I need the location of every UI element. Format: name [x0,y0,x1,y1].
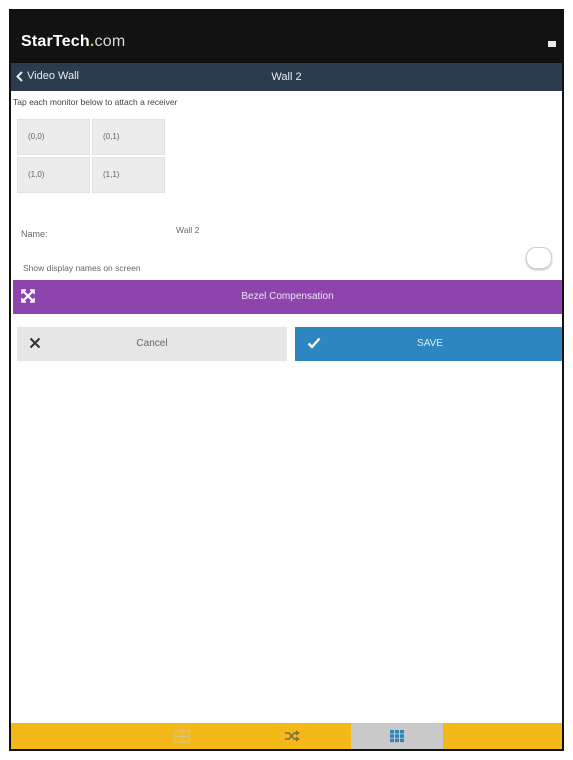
battery-icon [548,41,556,47]
page-title: Wall 2 [271,71,302,83]
monitor-cell-0-0[interactable]: (0,0) [17,119,90,155]
tablet-screen: StarTech.com Video Wall Wall 2 Tap each … [9,9,564,751]
save-button[interactable]: SAVE [295,327,562,361]
show-names-label: Show display names on screen [23,263,141,273]
monitor-cell-1-1[interactable]: (1,1) [92,157,165,193]
save-label: SAVE [417,338,443,349]
logo-brand: StarTech [21,33,90,50]
name-label: Name: [21,229,48,239]
shuffle-icon [285,730,300,742]
tab-video-wall[interactable] [351,723,443,749]
monitor-cell-0-1[interactable]: (0,1) [92,119,165,155]
startech-logo: StarTech.com [21,33,125,51]
tab-shuffle[interactable] [249,723,335,749]
bezel-compensation-label: Bezel Compensation [241,291,334,302]
name-field[interactable]: Wall 2 [176,225,199,235]
monitor-cell-1-0[interactable]: (1,0) [17,157,90,193]
logo-tld: com [94,33,126,50]
instruction-text: Tap each monitor below to attach a recei… [13,97,178,107]
monitor-grid: (0,0) (0,1) (1,0) (1,1) [17,119,167,195]
app-header: StarTech.com [11,11,562,63]
monitor-grid-icon [174,729,190,743]
navigation-bar: Video Wall Wall 2 [11,63,562,91]
bezel-compensation-button[interactable]: Bezel Compensation [13,280,562,314]
video-wall-grid-icon [390,730,404,743]
tab-monitor-grid[interactable] [139,723,225,749]
cancel-button[interactable]: Cancel [17,327,287,361]
bottom-tab-bar [11,723,562,749]
cancel-label: Cancel [136,338,168,349]
show-names-toggle[interactable] [526,247,552,269]
